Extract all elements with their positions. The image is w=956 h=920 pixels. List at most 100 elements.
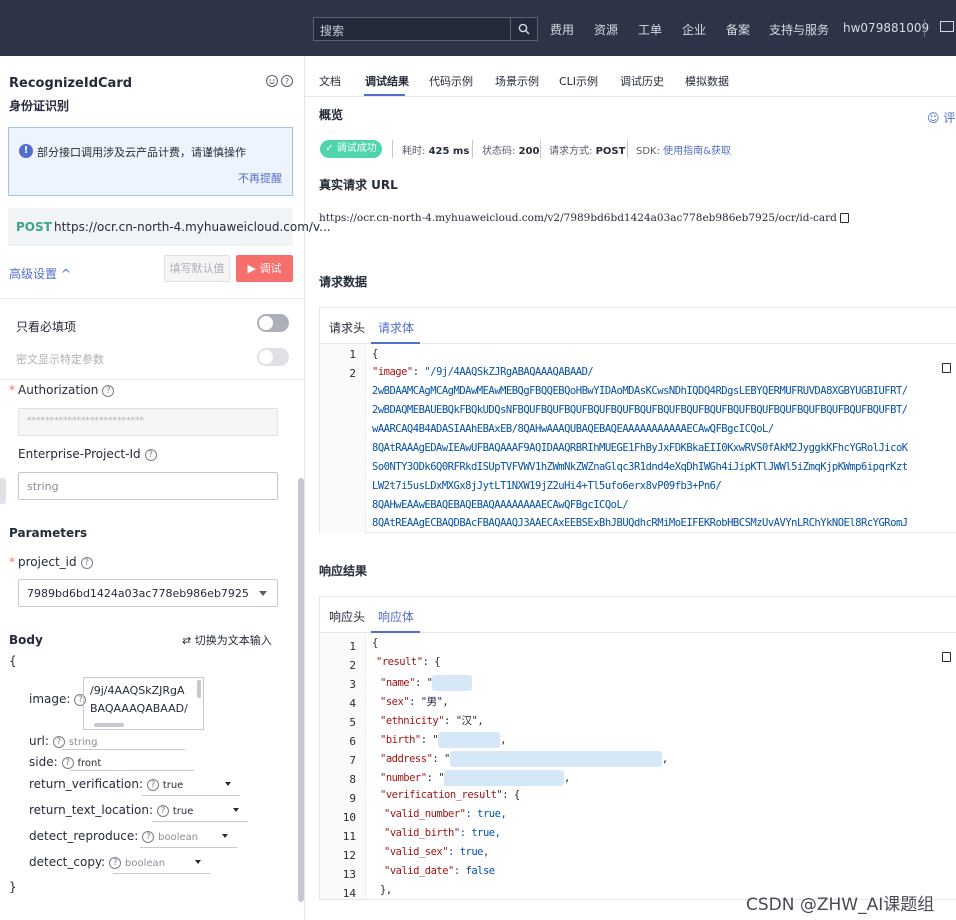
real-url-title: 真实请求 URL — [319, 178, 398, 192]
nav-tickets[interactable]: 工单 — [638, 21, 662, 38]
line-number: 9 — [349, 792, 356, 805]
image-textarea[interactable]: /9j/4AAQSkZJRgA BAQAAAQABAAD/ — [83, 677, 204, 730]
nav-resources[interactable]: 资源 — [594, 21, 618, 38]
debug-button[interactable]: ▶ 调试 — [236, 255, 293, 282]
nav-icp[interactable]: 备案 — [726, 21, 750, 38]
rate-link[interactable]: ☺ 评 — [927, 109, 955, 126]
chevron-down-icon[interactable] — [233, 808, 239, 812]
authorization-label: * Authorization? — [9, 383, 115, 397]
switch-text-input[interactable]: ⇄ 切换为文本输入 — [182, 632, 272, 648]
tab-scenario-sample[interactable]: 场景示例 — [495, 73, 539, 89]
tab-code-sample[interactable]: 代码示例 — [429, 73, 473, 89]
search-icon[interactable] — [510, 18, 537, 40]
line-number: 7 — [349, 754, 356, 767]
tab-docs[interactable]: 文档 — [319, 73, 341, 89]
divider — [392, 140, 393, 158]
top-navbar: 搜索 费用 资源 工单 企业 备案 支持与服务 hw079881009 — [0, 0, 956, 56]
detect-reproduce-select[interactable]: boolean — [158, 832, 198, 843]
code-line: { — [372, 348, 378, 360]
nav-divider — [924, 19, 925, 37]
search-box[interactable]: 搜索 — [313, 17, 538, 41]
copy-icon[interactable] — [839, 213, 849, 223]
url-underline — [62, 749, 185, 750]
return-verification-label: return_verification:? true — [29, 777, 184, 791]
authorization-input[interactable]: ************************** — [18, 408, 278, 436]
divider — [472, 140, 473, 158]
response-title: 响应结果 — [319, 564, 368, 578]
code-line: "valid_date": false — [384, 865, 495, 877]
line-number: 8 — [349, 773, 356, 786]
line-number: 2 — [349, 367, 356, 380]
side-input[interactable]: front — [77, 758, 101, 769]
nav-account[interactable]: hw079881009 — [843, 21, 929, 35]
left-scrollbar[interactable] — [298, 478, 304, 902]
chevron-down-icon[interactable] — [195, 860, 201, 864]
chevron-down-icon[interactable] — [225, 782, 231, 786]
help-icon: ? — [61, 756, 74, 769]
feedback-icons[interactable]: ? — [265, 74, 295, 88]
tab-response-headers[interactable]: 响应头 — [329, 608, 365, 625]
collapse-handle[interactable] — [0, 478, 6, 504]
tab-response-body[interactable]: 响应体 — [378, 608, 414, 625]
detect-copy-select[interactable]: boolean — [125, 858, 165, 869]
nav-enterprise[interactable]: 企业 — [682, 21, 706, 38]
return-verification-select[interactable]: true — [163, 780, 184, 791]
code-line: }, — [380, 884, 392, 896]
status-badge: ✓ 调试成功 — [320, 140, 382, 158]
request-box-tabs: 请求头 请求体 — [320, 308, 956, 344]
watermark: CSDN @ZHW_AI课题组 — [746, 895, 935, 915]
url-label: url:? string — [29, 734, 98, 748]
fill-default-button[interactable]: 填写默认值 — [164, 255, 230, 282]
sdk-link[interactable]: 使用指南&获取 — [663, 146, 731, 157]
select-underline — [140, 847, 237, 848]
return-text-location-label: return_text_location:? true — [29, 803, 194, 817]
dismiss-tip-link[interactable]: 不再提醒 — [238, 170, 282, 186]
help-icon: ? — [142, 830, 155, 843]
scrollbar[interactable] — [94, 723, 124, 727]
side-underline — [70, 770, 194, 771]
code-line: "verification_result": { — [380, 789, 520, 801]
code-line: "name": " — [380, 675, 473, 691]
nav-support[interactable]: 支持与服务 — [769, 21, 829, 38]
active-tab-indicator — [371, 631, 420, 633]
url-input[interactable]: string — [69, 737, 98, 748]
select-underline — [152, 821, 248, 822]
advanced-settings-toggle[interactable]: 高级设置 ^ — [9, 265, 71, 282]
tab-debug-history[interactable]: 调试历史 — [620, 73, 664, 89]
tab-cli-sample[interactable]: CLI示例 — [559, 73, 598, 89]
endpoint-url: https://ocr.cn-north-4.myhuaweicloud.com… — [54, 220, 331, 234]
code-line: "birth": ", — [380, 732, 507, 748]
help-icon: ? — [109, 856, 122, 869]
code-line: 2wBDAAMCAgMCAgMDAwMEAwMEBQgFBQQEBQoHBwYI… — [372, 385, 908, 397]
scrollbar[interactable] — [197, 680, 201, 698]
enterprise-project-input[interactable]: string — [18, 472, 278, 500]
line-number: 1 — [349, 348, 356, 361]
tab-request-headers[interactable]: 请求头 — [329, 319, 365, 336]
line-number: 5 — [349, 716, 356, 729]
line-number: 1 — [349, 640, 356, 653]
mail-icon[interactable] — [940, 21, 954, 32]
redacted-value — [438, 732, 501, 748]
project-id-select[interactable]: 7989bd6bd1424a03ac778eb986eb7925 — [18, 579, 278, 607]
request-method: 请求方式: POST — [549, 146, 626, 157]
divider — [0, 379, 304, 380]
tab-debug-result[interactable]: 调试结果 — [365, 73, 409, 89]
search-input[interactable]: 搜索 — [320, 22, 344, 39]
tab-mock-data[interactable]: 模拟数据 — [685, 73, 729, 89]
nav-billing[interactable]: 费用 — [550, 21, 574, 38]
chevron-down-icon — [259, 591, 267, 596]
code-line: "image": "/9j/4AAQSkZJRgABAQAAAQABAAD/ — [372, 366, 594, 378]
chevron-down-icon[interactable] — [222, 834, 228, 838]
return-text-location-select[interactable]: true — [173, 806, 194, 817]
only-required-toggle[interactable] — [257, 314, 289, 332]
api-subtitle: 身份证识别 — [9, 99, 70, 113]
copy-icon[interactable] — [942, 363, 951, 373]
select-underline — [142, 795, 240, 796]
cipher-params-toggle[interactable] — [257, 348, 289, 366]
http-method: POST — [16, 220, 52, 234]
side-label: side:? front — [29, 755, 102, 769]
copy-icon[interactable] — [942, 652, 951, 662]
info-icon: ! — [19, 144, 33, 158]
line-number: 14 — [342, 887, 356, 900]
tab-request-body[interactable]: 请求体 — [378, 319, 414, 336]
